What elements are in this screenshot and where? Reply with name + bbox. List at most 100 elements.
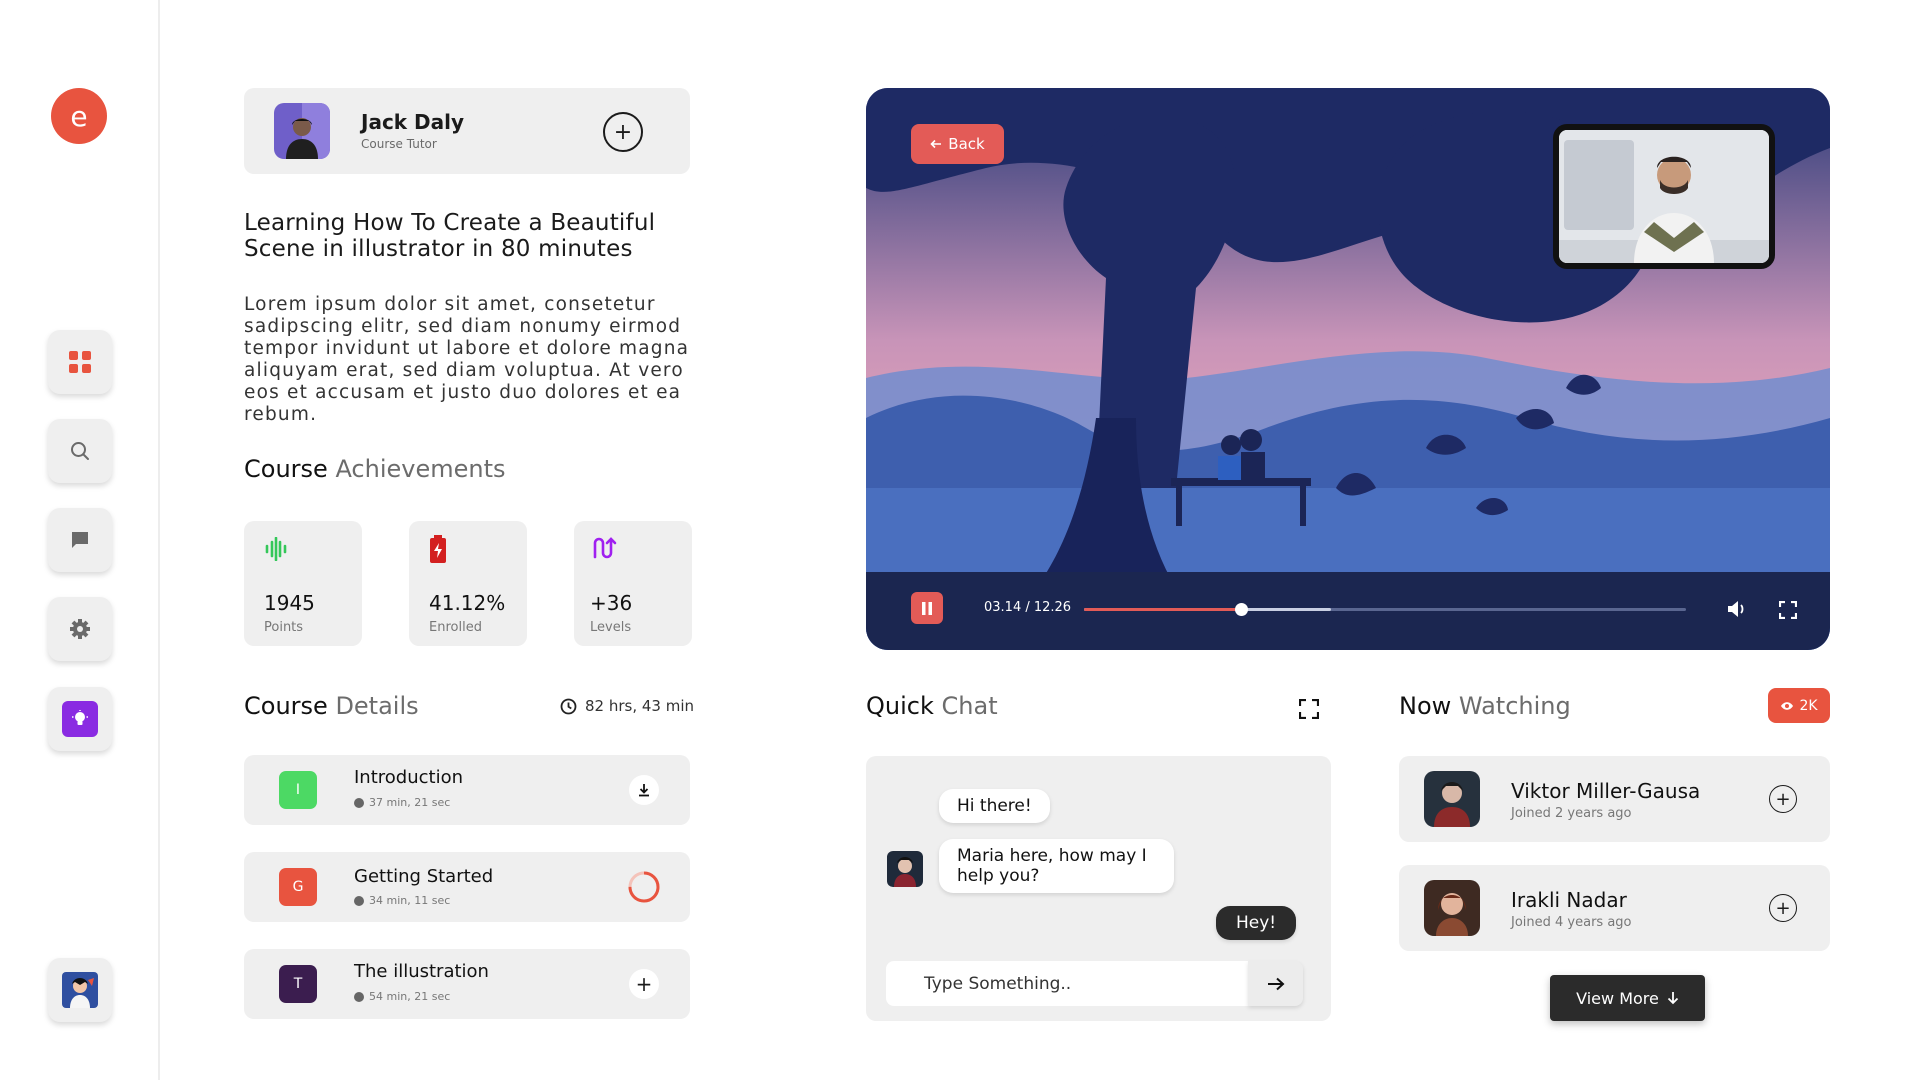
watching-heading: Now Watching [1399, 692, 1571, 720]
arrow-left-icon [930, 139, 942, 149]
clock-icon [354, 895, 364, 906]
add-viewer-button[interactable]: + [1769, 894, 1797, 922]
webcam-pip[interactable] [1553, 124, 1775, 269]
download-button[interactable] [629, 775, 659, 805]
lesson-badge: T [279, 965, 317, 1003]
route-icon [593, 537, 617, 559]
fullscreen-icon[interactable] [1779, 601, 1797, 619]
course-title: Learning How To Create a Beautiful Scene… [244, 210, 656, 262]
back-button[interactable]: Back [911, 124, 1004, 164]
lesson-duration: 34 min, 11 sec [354, 894, 450, 907]
view-more-label: View More [1576, 988, 1659, 1008]
eye-icon [1781, 701, 1794, 710]
download-icon [639, 784, 649, 797]
tutor-avatar [274, 103, 330, 159]
lesson-badge: I [279, 771, 317, 809]
lesson-title: The illustration [354, 961, 489, 982]
enrolled-value: 41.12% [429, 591, 506, 615]
pause-button[interactable] [911, 592, 943, 624]
sidebar-item-settings[interactable] [48, 597, 112, 661]
course-duration-text: 82 hrs, 43 min [585, 697, 695, 715]
sidebar-item-ideas[interactable] [48, 687, 112, 751]
app-logo[interactable]: e [51, 88, 107, 144]
logo-letter: e [70, 99, 88, 133]
lesson-badge: G [279, 868, 317, 906]
battery-icon [430, 535, 446, 563]
viewer-joined: Joined 4 years ago [1511, 915, 1632, 930]
achievement-enrolled: 41.12% Enrolled [409, 521, 527, 646]
view-more-button[interactable]: View More [1550, 975, 1705, 1021]
lesson-duration: 37 min, 21 sec [354, 796, 450, 809]
webcam-feed-image [1559, 130, 1769, 263]
grid-icon [69, 351, 91, 373]
viewer-count: 2K [1799, 697, 1818, 714]
achievements-heading: Course Achievements [244, 455, 506, 483]
viewer-count-badge: 2K [1768, 688, 1830, 723]
volume-icon[interactable] [1727, 599, 1749, 619]
follow-tutor-button[interactable]: + [603, 112, 643, 152]
send-button[interactable] [1248, 961, 1303, 1006]
chat-message: Maria here, how may I help you? [939, 839, 1174, 893]
video-time: 03.14 / 12.26 [984, 600, 1072, 615]
plus-icon: + [613, 119, 633, 145]
sidebar-item-messages[interactable] [48, 508, 112, 572]
seek-track[interactable] [1084, 603, 1686, 616]
viewer-row[interactable]: Irakli Nadar Joined 4 years ago + [1399, 865, 1830, 951]
plus-icon: + [1775, 897, 1791, 919]
chat-input[interactable]: Type Something.. [886, 961, 1248, 1006]
viewer-joined: Joined 2 years ago [1511, 806, 1632, 821]
sidebar-item-search[interactable] [48, 419, 112, 483]
achievement-levels: +36 Levels [574, 521, 692, 646]
course-description: Lorem ipsum dolor sit amet, consetetur s… [244, 294, 690, 425]
chat-heading-light: Chat [941, 692, 998, 720]
add-lesson-button[interactable]: + [629, 969, 659, 999]
viewer-row[interactable]: Viktor Miller-Gausa Joined 2 years ago + [1399, 756, 1830, 842]
sidebar: e [0, 0, 160, 1080]
viewer-avatar [1424, 880, 1480, 936]
bulb-icon-wrap [62, 701, 98, 737]
lesson-title: Introduction [354, 767, 464, 788]
plus-icon: + [635, 972, 653, 996]
details-heading: Course Details [244, 692, 419, 720]
achievements-heading-bold: Course [244, 455, 328, 483]
bulb-icon [72, 710, 88, 725]
lesson-duration-text: 34 min, 11 sec [369, 894, 451, 907]
viewer-name: Viktor Miller-Gausa [1511, 779, 1701, 803]
progress-ring-icon[interactable] [627, 870, 661, 904]
user-avatar-button[interactable] [48, 958, 112, 1022]
points-value: 1945 [264, 591, 315, 615]
achievements-heading-light: Achievements [335, 455, 506, 483]
achievement-points: 1945 Points [244, 521, 362, 646]
user-avatar [62, 972, 98, 1008]
lesson-row[interactable]: G Getting Started 34 min, 11 sec [244, 852, 690, 922]
enrolled-label: Enrolled [429, 620, 482, 635]
expand-icon[interactable] [1299, 699, 1319, 719]
seek-played [1084, 608, 1241, 611]
sidebar-item-dashboard[interactable] [48, 330, 112, 394]
lesson-row[interactable]: T The illustration 54 min, 21 sec + [244, 949, 690, 1019]
viewer-avatar [1424, 771, 1480, 827]
video-controls: 03.14 / 12.26 [866, 572, 1830, 650]
seek-handle[interactable] [1234, 603, 1248, 616]
details-heading-light: Details [335, 692, 419, 720]
tutor-name: Jack Daly [361, 110, 465, 134]
levels-value: +36 [590, 591, 633, 615]
levels-label: Levels [590, 620, 632, 635]
details-heading-bold: Course [244, 692, 328, 720]
chat-heading: Quick Chat [866, 692, 998, 720]
lesson-title: Getting Started [354, 866, 494, 887]
add-viewer-button[interactable]: + [1769, 785, 1797, 813]
lesson-duration: 54 min, 21 sec [354, 990, 450, 1003]
soundwave-icon [265, 537, 287, 561]
tutor-role: Course Tutor [361, 137, 437, 151]
chat-message: Hi there! [939, 789, 1050, 823]
lesson-duration-text: 54 min, 21 sec [369, 990, 451, 1003]
search-icon [71, 442, 89, 460]
lesson-row[interactable]: I Introduction 37 min, 21 sec [244, 755, 690, 825]
gear-icon [70, 619, 90, 639]
chat-message-user: Hey! [1216, 906, 1297, 940]
chat-heading-bold: Quick [866, 692, 934, 720]
viewer-name: Irakli Nadar [1511, 888, 1627, 912]
watching-heading-light: Watching [1458, 692, 1571, 720]
arrow-right-icon [1267, 977, 1284, 990]
